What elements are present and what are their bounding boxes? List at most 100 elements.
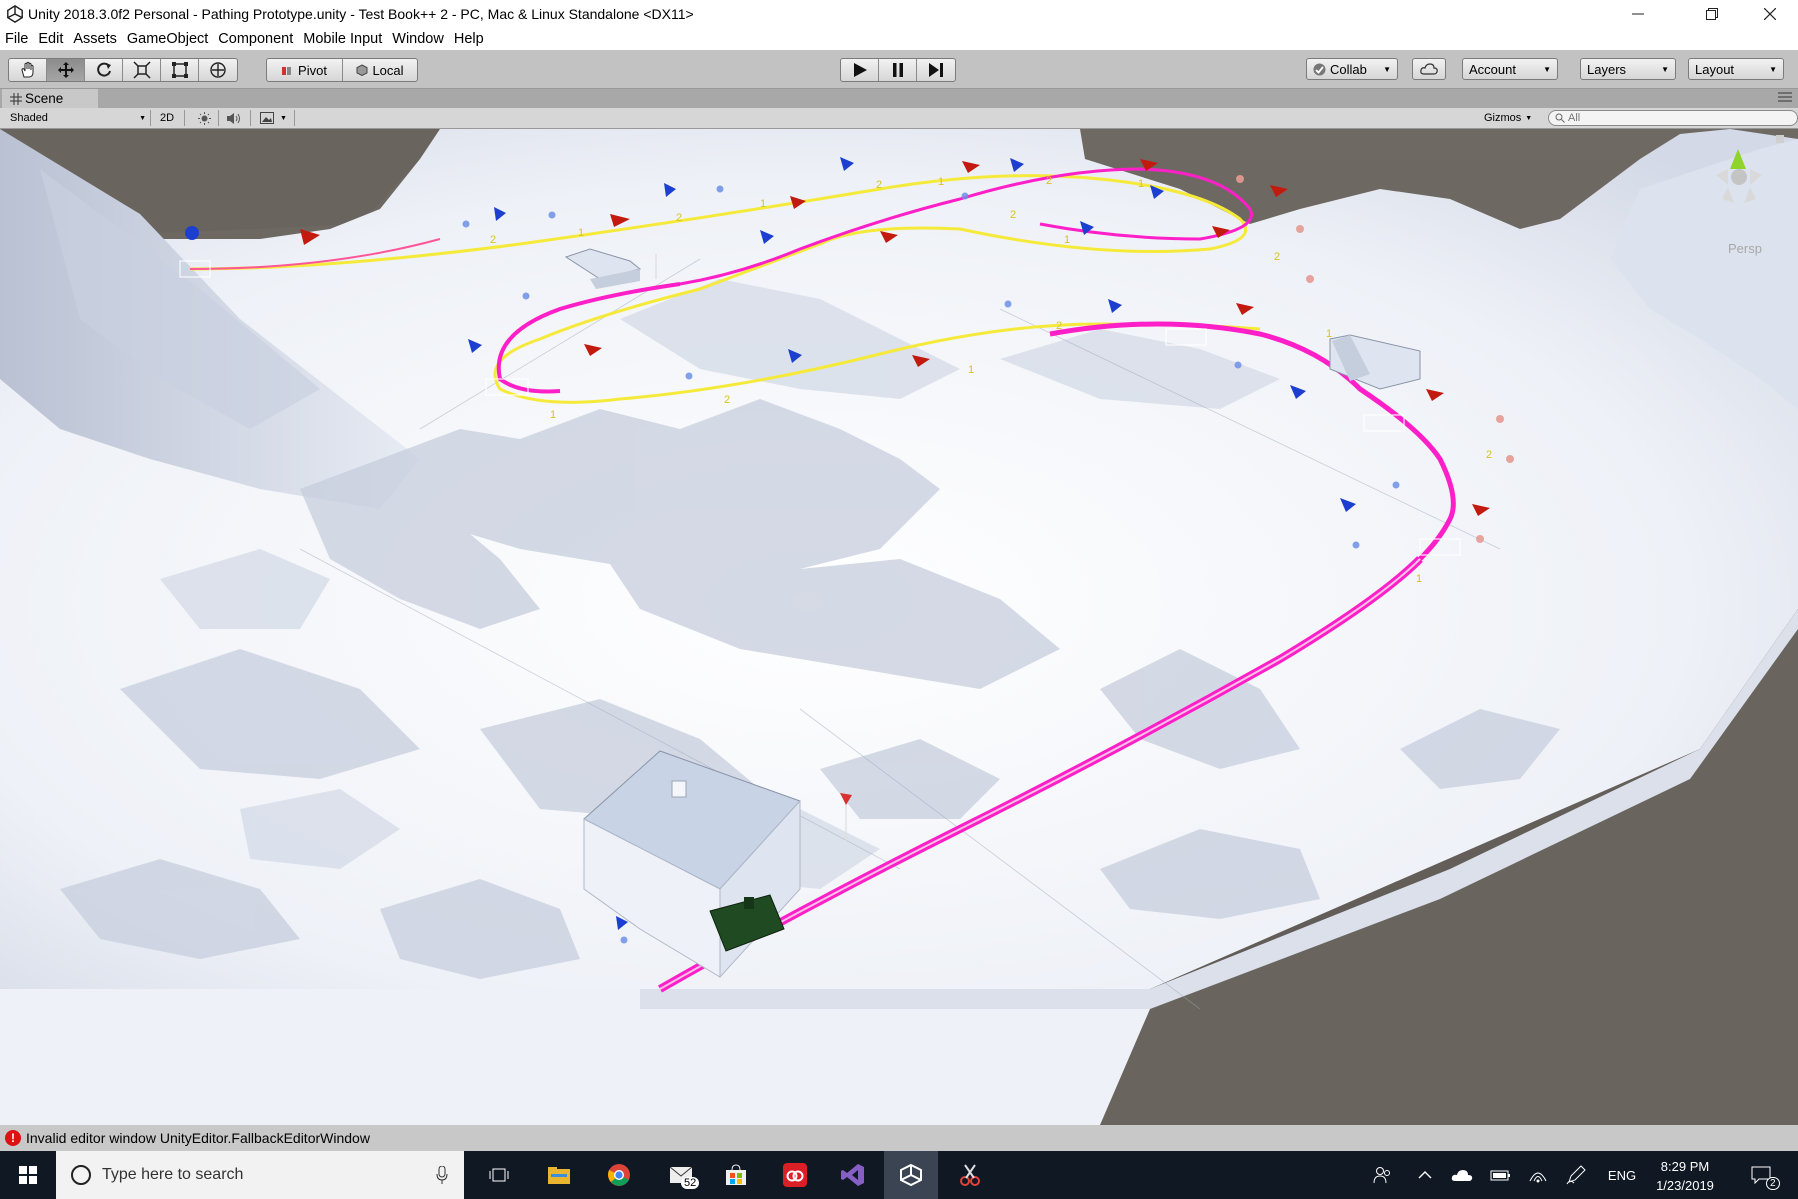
status-message[interactable]: Invalid editor window UnityEditor.Fallba… [26, 1130, 370, 1146]
cloud-icon [1420, 63, 1438, 75]
menu-mobile-input[interactable]: Mobile Input [298, 31, 387, 47]
svg-text:2: 2 [1046, 175, 1052, 187]
menu-gameobject[interactable]: GameObject [122, 31, 213, 47]
pause-icon[interactable] [879, 59, 917, 81]
svg-text:1: 1 [550, 409, 556, 421]
tab-scene[interactable]: Scene [2, 89, 98, 108]
scene-search-input[interactable]: All [1548, 110, 1798, 126]
unity-icon[interactable] [884, 1151, 938, 1199]
language-indicator[interactable]: ENG [1600, 1151, 1644, 1199]
taskbar-search-input[interactable]: Type here to search [56, 1151, 464, 1199]
cube-icon [356, 64, 368, 76]
scale-tool-icon[interactable] [123, 59, 161, 81]
svg-text:2: 2 [1274, 251, 1280, 263]
menu-help[interactable]: Help [449, 31, 489, 47]
battery-icon[interactable] [1484, 1151, 1516, 1199]
2d-toggle[interactable]: 2D [160, 110, 174, 126]
svg-text:1: 1 [760, 198, 766, 210]
menu-bar: File Edit Assets GameObject Component Mo… [0, 28, 1798, 50]
svg-text:2: 2 [1486, 449, 1492, 461]
cortana-icon [71, 1165, 91, 1185]
svg-text:1: 1 [1416, 573, 1422, 585]
draw-mode-dropdown[interactable]: Shaded ▼ [10, 110, 146, 126]
mail-badge: 52 [681, 1177, 700, 1189]
error-icon: ! [5, 1130, 21, 1146]
clock-date: 1/23/2019 [1656, 1178, 1714, 1193]
svg-text:2: 2 [1056, 320, 1062, 332]
check-icon [1313, 63, 1326, 75]
scene-viewport[interactable]: 2 1 2 1 2 1 2 1 2 1 2 1 2 1 2 1 2 1 Pers… [0, 129, 1798, 1125]
effects-dropdown[interactable]: ▼ [260, 110, 287, 126]
title-bar: Unity 2018.3.0f2 Personal - Pathing Prot… [0, 0, 1798, 28]
taskbar-clock[interactable]: 8:29 PM 1/23/2019 [1650, 1157, 1720, 1195]
windows-start-icon[interactable] [0, 1151, 56, 1199]
svg-text:1: 1 [1138, 178, 1144, 190]
microphone-icon[interactable] [436, 1166, 448, 1184]
tab-row: Scene [0, 89, 1798, 108]
step-icon[interactable] [917, 59, 955, 81]
menu-window[interactable]: Window [387, 31, 449, 47]
task-view-icon[interactable] [476, 1151, 522, 1199]
svg-text:1: 1 [968, 364, 974, 376]
clock-time: 8:29 PM [1660, 1159, 1710, 1174]
gizmos-dropdown[interactable]: Gizmos ▼ [1484, 110, 1532, 126]
search-icon [1555, 113, 1565, 123]
svg-text:2: 2 [1010, 209, 1016, 221]
local-button[interactable]: Local [343, 59, 417, 81]
svg-text:1: 1 [578, 227, 584, 239]
chrome-icon[interactable] [594, 1151, 644, 1199]
people-icon[interactable] [1366, 1151, 1400, 1199]
notification-icon[interactable]: 2 [1740, 1151, 1782, 1199]
snipping-tool-icon[interactable] [944, 1151, 996, 1199]
cloud-button[interactable] [1412, 58, 1446, 80]
scene-render: 2 1 2 1 2 1 2 1 2 1 2 1 2 1 2 1 2 1 [0, 129, 1798, 1125]
collab-dropdown[interactable]: Collab ▼ [1306, 58, 1398, 80]
menu-edit[interactable]: Edit [33, 31, 68, 47]
lighting-icon[interactable] [198, 110, 211, 126]
transform-tool-icon[interactable] [199, 59, 237, 81]
pen-icon[interactable] [1560, 1151, 1592, 1199]
minimize-icon[interactable] [1610, 0, 1666, 28]
store-icon[interactable] [712, 1151, 760, 1199]
pivot-local-group: Pivot Local [266, 58, 418, 82]
notification-badge: 2 [1766, 1177, 1780, 1190]
svg-text:1: 1 [1064, 234, 1070, 246]
menu-file[interactable]: File [0, 31, 33, 47]
restore-icon[interactable] [1684, 0, 1740, 28]
account-dropdown[interactable]: Account ▼ [1462, 58, 1558, 80]
pivot-button[interactable]: Pivot [267, 59, 343, 81]
menu-assets[interactable]: Assets [68, 31, 122, 47]
close-icon[interactable] [1742, 0, 1798, 28]
windows-taskbar: Type here to search 52 ENG 8:29 PM 1/23/… [0, 1151, 1798, 1199]
wifi-icon[interactable] [1522, 1151, 1554, 1199]
tab-menu-icon[interactable] [1778, 92, 1792, 105]
window-title: Unity 2018.3.0f2 Personal - Pathing Prot… [28, 6, 694, 22]
play-icon[interactable] [841, 59, 879, 81]
svg-text:2: 2 [490, 234, 496, 246]
hand-tool-icon[interactable] [9, 59, 47, 81]
onedrive-icon[interactable] [1446, 1151, 1478, 1199]
creative-cloud-icon[interactable] [770, 1151, 820, 1199]
play-controls [840, 58, 956, 82]
chevron-up-icon[interactable] [1410, 1151, 1440, 1199]
svg-text:1: 1 [938, 176, 944, 188]
svg-text:2: 2 [676, 212, 682, 224]
move-tool-icon[interactable] [47, 59, 85, 81]
rect-tool-icon[interactable] [161, 59, 199, 81]
projection-label[interactable]: Persp [1728, 241, 1762, 256]
menu-component[interactable]: Component [213, 31, 298, 47]
unity-logo-icon [7, 5, 23, 23]
layers-dropdown[interactable]: Layers ▼ [1580, 58, 1676, 80]
audio-icon[interactable] [226, 110, 242, 126]
svg-text:2: 2 [876, 179, 882, 191]
scene-toolbar: Shaded ▼ 2D ▼ Gizmos ▼ All [0, 108, 1798, 129]
visual-studio-icon[interactable] [828, 1151, 878, 1199]
pivot-icon [282, 67, 292, 75]
file-explorer-icon[interactable] [534, 1151, 584, 1199]
grid-icon [10, 92, 22, 105]
svg-text:1: 1 [1326, 328, 1332, 340]
layout-dropdown[interactable]: Layout ▼ [1688, 58, 1784, 80]
main-toolbar: Pivot Local Collab ▼ Account ▼ Layers ▼ Lay… [0, 50, 1798, 89]
mail-icon[interactable]: 52 [654, 1151, 708, 1199]
rotate-tool-icon[interactable] [85, 59, 123, 81]
